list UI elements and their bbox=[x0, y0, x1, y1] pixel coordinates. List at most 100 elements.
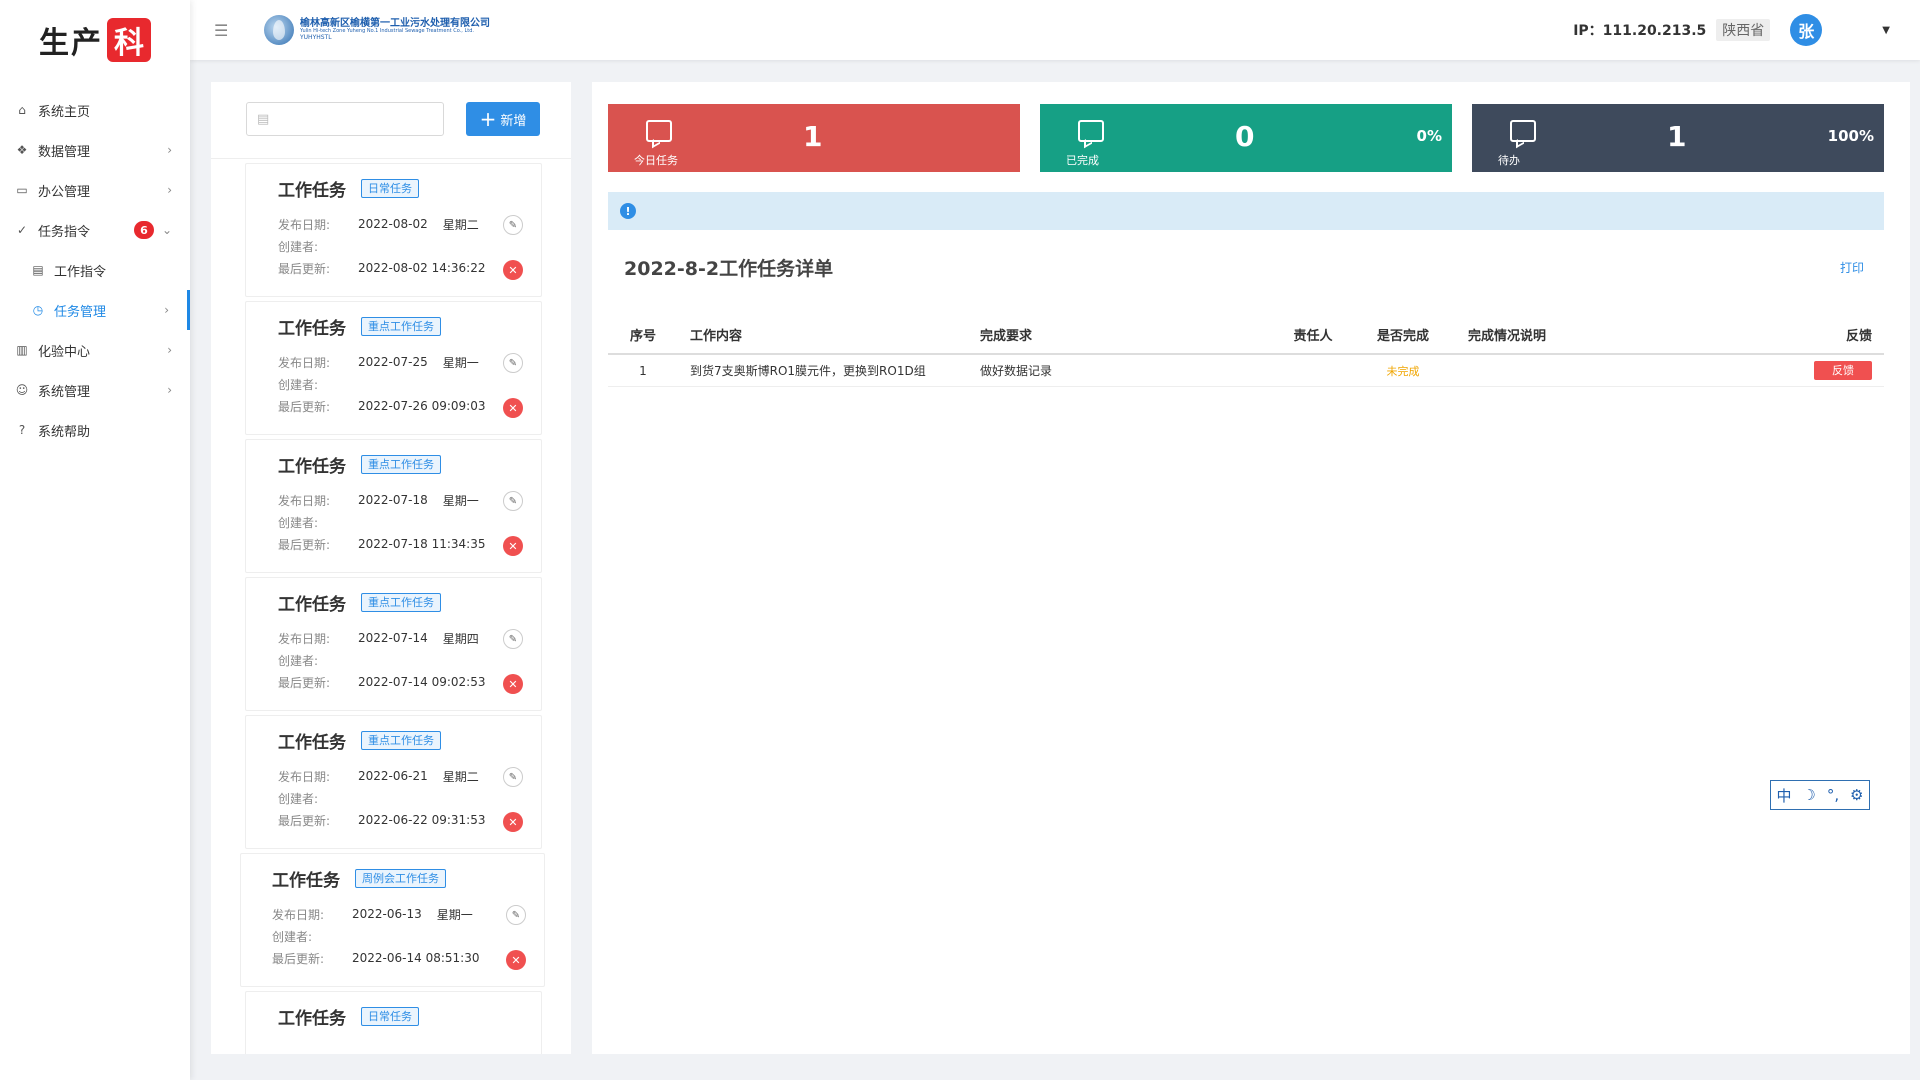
sidebar-item-lab[interactable]: ▥ 化验中心 › bbox=[0, 330, 190, 370]
date-picker-input[interactable]: ▤ bbox=[246, 102, 444, 136]
stat-value: 0 bbox=[1235, 120, 1255, 153]
weekday: 星期一 bbox=[442, 493, 479, 508]
task-title: 工作任务 bbox=[278, 319, 346, 339]
stat-label: 已完成 bbox=[1066, 154, 1099, 167]
sidebar-item-work-orders[interactable]: ▤ 工作指令 bbox=[0, 250, 190, 290]
calendar-icon: ▤ bbox=[257, 111, 270, 127]
edit-icon[interactable]: ✎ bbox=[503, 353, 523, 373]
delete-icon[interactable]: ✕ bbox=[506, 950, 526, 970]
creator-label: 创建者: bbox=[272, 929, 313, 944]
publish-date-label: 发布日期: bbox=[278, 769, 331, 784]
stats-row: 今日任务 1 已完成 0 0% 待办 1 100% bbox=[592, 82, 1910, 172]
task-card[interactable]: 工作任务 重点工作任务 发布日期: 2022-07-14 星期四 创建者: 最后更新… bbox=[245, 577, 542, 711]
publish-date: 2022-08-02 bbox=[358, 217, 428, 231]
column-header: 完成情况说明 bbox=[1468, 328, 1547, 344]
document-icon: ▤ bbox=[32, 263, 44, 277]
message-icon bbox=[646, 120, 672, 142]
company-logo: 榆林高新区榆横第一工业污水处理有限公司 Yulin Hi-tech Zone Y… bbox=[264, 15, 490, 45]
row-requirement: 做好数据记录 bbox=[980, 364, 1053, 378]
task-card[interactable]: 工作任务 重点工作任务 发布日期: 2022-07-18 星期一 创建者: 最后更新… bbox=[245, 439, 542, 573]
last-update-date: 2022-06-14 bbox=[352, 951, 422, 965]
creator-label: 创建者: bbox=[278, 653, 319, 668]
publish-date-label: 发布日期: bbox=[278, 631, 331, 646]
brand-text: 生产 bbox=[39, 26, 103, 61]
sidebar-item-label: 系统管理 bbox=[38, 384, 91, 400]
task-type-tag: 重点工作任务 bbox=[361, 455, 441, 474]
publish-date-label: 发布日期: bbox=[278, 355, 331, 370]
stat-completed[interactable]: 已完成 0 0% bbox=[1040, 104, 1452, 172]
task-title: 工作任务 bbox=[272, 871, 340, 891]
ime-toolbar[interactable]: 中 ☽ °, ⚙ bbox=[1770, 780, 1870, 810]
menu-toggle-icon[interactable]: ☰ bbox=[214, 21, 234, 40]
last-update-date: 2022-06-22 bbox=[358, 813, 428, 827]
last-update-date: 2022-07-14 bbox=[358, 675, 428, 689]
last-update-time: 08:51:30 bbox=[425, 951, 480, 965]
publish-date-label: 发布日期: bbox=[278, 493, 331, 508]
sidebar-item-tasks[interactable]: ✓ 任务指令 6 ⌄ bbox=[0, 210, 190, 250]
delete-icon[interactable]: ✕ bbox=[503, 674, 523, 694]
task-card[interactable]: 工作任务 重点工作任务 发布日期: 2022-06-21 星期二 创建者: 最后更新… bbox=[245, 715, 542, 849]
brand-badge: 科 bbox=[107, 18, 151, 62]
publish-date: 2022-06-13 bbox=[352, 907, 422, 921]
task-card[interactable]: 工作任务 重点工作任务 发布日期: 2022-07-25 星期一 创建者: 最后更新… bbox=[245, 301, 542, 435]
edit-icon[interactable]: ✎ bbox=[506, 905, 526, 925]
task-title: 工作任务 bbox=[278, 181, 346, 201]
task-title: 工作任务 bbox=[278, 733, 346, 753]
sidebar-item-help[interactable]: ? 系统帮助 bbox=[0, 410, 190, 450]
detail-title: 2022-8-2工作任务详单 bbox=[624, 258, 834, 280]
sidebar-item-office[interactable]: ▭ 办公管理 › bbox=[0, 170, 190, 210]
sidebar-item-home[interactable]: ⌂ 系统主页 bbox=[0, 90, 190, 130]
last-update-time: 09:31:53 bbox=[431, 813, 486, 827]
delete-icon[interactable]: ✕ bbox=[503, 398, 523, 418]
delete-icon[interactable]: ✕ bbox=[503, 260, 523, 280]
users-icon: ☺ bbox=[15, 383, 29, 397]
caret-down-icon[interactable]: ▼ bbox=[1882, 25, 1890, 36]
weekday: 星期四 bbox=[442, 631, 479, 646]
logo-drop-icon bbox=[264, 15, 294, 45]
moon-icon[interactable]: ☽ bbox=[1802, 786, 1815, 804]
delete-icon[interactable]: ✕ bbox=[503, 536, 523, 556]
edit-icon[interactable]: ✎ bbox=[503, 629, 523, 649]
task-type-tag: 重点工作任务 bbox=[361, 731, 441, 750]
task-type-tag: 重点工作任务 bbox=[361, 593, 441, 612]
punctuation-icon[interactable]: °, bbox=[1827, 786, 1839, 804]
column-header: 工作内容 bbox=[690, 328, 743, 344]
avatar[interactable]: 张 bbox=[1790, 14, 1823, 46]
table-header: 序号 工作内容 完成要求 责任人 是否完成 完成情况说明 反馈 bbox=[608, 315, 1884, 355]
task-card[interactable]: 工作任务 周例会工作任务 发布日期: 2022-06-13 星期一 创建者: 最后更… bbox=[240, 853, 545, 987]
data-icon: ❖ bbox=[16, 143, 28, 157]
task-type-tag: 日常任务 bbox=[361, 179, 419, 198]
print-link[interactable]: 打印 bbox=[1840, 259, 1864, 276]
delete-icon[interactable]: ✕ bbox=[503, 812, 523, 832]
stat-label: 待办 bbox=[1498, 154, 1520, 167]
chevron-down-icon: ⌄ bbox=[161, 223, 172, 237]
lab-icon: ▥ bbox=[16, 343, 28, 357]
edit-icon[interactable]: ✎ bbox=[503, 491, 523, 511]
feedback-button[interactable]: 反馈 bbox=[1814, 361, 1872, 380]
info-alert: ! bbox=[608, 192, 1884, 230]
task-card[interactable]: 工作任务 日常任务 发布日期: 2022-08-02 星期二 创建者: 最后更新: 2… bbox=[245, 163, 542, 297]
sidebar-item-system[interactable]: ☺ 系统管理 › bbox=[0, 370, 190, 410]
stat-pending[interactable]: 待办 1 100% bbox=[1472, 104, 1884, 172]
task-type-tag: 重点工作任务 bbox=[361, 317, 441, 336]
edit-icon[interactable]: ✎ bbox=[503, 767, 523, 787]
help-icon: ? bbox=[18, 423, 26, 437]
check-circle-icon: ✓ bbox=[16, 223, 28, 237]
add-task-button[interactable]: + 新增 bbox=[466, 102, 540, 136]
last-update-date: 2022-08-02 bbox=[358, 261, 428, 275]
sidebar-item-task-management[interactable]: ◷ 任务管理 › bbox=[0, 290, 190, 330]
row-number: 1 bbox=[639, 363, 647, 378]
task-card[interactable]: 工作任务 日常任务 bbox=[245, 991, 542, 1054]
stat-today[interactable]: 今日任务 1 bbox=[608, 104, 1020, 172]
ip-address: IP：111.20.213.5 bbox=[1573, 23, 1707, 39]
publish-date: 2022-06-21 bbox=[358, 769, 428, 783]
ime-language[interactable]: 中 bbox=[1776, 785, 1791, 806]
gear-icon[interactable]: ⚙ bbox=[1850, 786, 1863, 804]
sidebar-item-label: 办公管理 bbox=[38, 184, 91, 200]
sidebar-item-data[interactable]: ❖ 数据管理 › bbox=[0, 130, 190, 170]
edit-icon[interactable]: ✎ bbox=[503, 215, 523, 235]
chevron-right-icon: › bbox=[167, 343, 172, 357]
last-update-label: 最后更新: bbox=[278, 675, 331, 690]
add-task-label: 新增 bbox=[500, 113, 527, 129]
message-icon bbox=[1078, 120, 1104, 142]
